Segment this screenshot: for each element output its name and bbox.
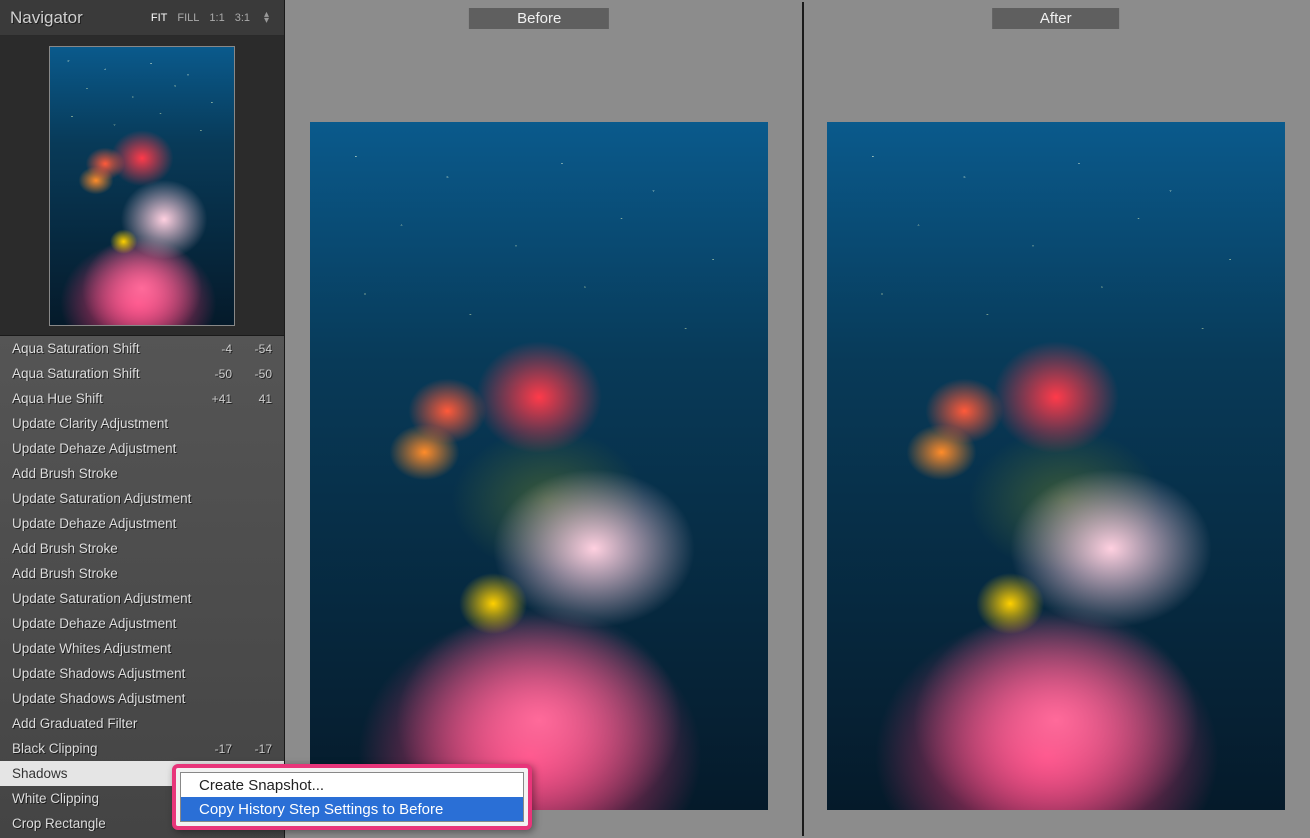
history-item-values: -50-50 — [202, 367, 272, 381]
history-item-label: Update Dehaze Adjustment — [12, 441, 272, 456]
before-pane: Before — [287, 2, 792, 836]
app-root: Navigator FIT FILL 1:1 3:1 ▴▾ Aqua Satur… — [0, 0, 1310, 838]
history-item-label: Aqua Saturation Shift — [12, 341, 202, 356]
history-item[interactable]: Update Shadows Adjustment — [0, 661, 284, 686]
navigator-header: Navigator FIT FILL 1:1 3:1 ▴▾ — [0, 0, 284, 36]
history-item-label: Update Dehaze Adjustment — [12, 516, 272, 531]
history-item-label: Update Clarity Adjustment — [12, 416, 272, 431]
after-image[interactable] — [827, 122, 1285, 810]
zoom-fit[interactable]: FIT — [151, 12, 168, 24]
navigator-preview — [0, 36, 284, 336]
left-panel: Navigator FIT FILL 1:1 3:1 ▴▾ Aqua Satur… — [0, 0, 285, 838]
history-item-label: Aqua Saturation Shift — [12, 366, 202, 381]
history-item[interactable]: Add Brush Stroke — [0, 561, 284, 586]
history-item-label: Aqua Hue Shift — [12, 391, 202, 406]
compare-view: Before After — [285, 0, 1310, 838]
history-item[interactable]: Add Graduated Filter — [0, 711, 284, 736]
after-pane: After — [802, 2, 1309, 836]
history-panel[interactable]: Aqua Saturation Shift-4-54Aqua Saturatio… — [0, 336, 284, 838]
history-item[interactable]: Update Shadows Adjustment — [0, 686, 284, 711]
history-item-label: Update Shadows Adjustment — [12, 691, 272, 706]
history-item[interactable]: Update Saturation Adjustment — [0, 486, 284, 511]
zoom-stepper-icon[interactable]: ▴▾ — [264, 12, 274, 24]
history-item[interactable]: Update Dehaze Adjustment — [0, 436, 284, 461]
navigator-title: Navigator — [10, 8, 151, 28]
history-item-label: Update Whites Adjustment — [12, 641, 272, 656]
context-menu-inner: Create Snapshot...Copy History Step Sett… — [180, 772, 524, 822]
history-item-label: Add Brush Stroke — [12, 566, 272, 581]
navigator-thumbnail[interactable] — [49, 46, 235, 326]
history-item[interactable]: Black Clipping-17-17 — [0, 736, 284, 761]
context-menu-item[interactable]: Create Snapshot... — [181, 773, 523, 797]
history-item-label: Add Brush Stroke — [12, 541, 272, 556]
history-item[interactable]: Aqua Saturation Shift-4-54 — [0, 336, 284, 361]
history-item-label: Black Clipping — [12, 741, 202, 756]
history-item-values: -4-54 — [202, 342, 272, 356]
history-item[interactable]: Add Brush Stroke — [0, 536, 284, 561]
history-item-label: Update Saturation Adjustment — [12, 591, 272, 606]
history-item[interactable]: Aqua Hue Shift+4141 — [0, 386, 284, 411]
history-item-label: Add Brush Stroke — [12, 466, 272, 481]
history-item[interactable]: Update Saturation Adjustment — [0, 586, 284, 611]
after-label: After — [992, 8, 1120, 29]
history-item-values: +4141 — [202, 392, 272, 406]
context-menu-item[interactable]: Copy History Step Settings to Before — [181, 797, 523, 821]
zoom-3-1[interactable]: 3:1 — [235, 12, 250, 24]
zoom-1-1[interactable]: 1:1 — [209, 12, 224, 24]
history-item-label: Update Saturation Adjustment — [12, 491, 272, 506]
navigator-zoom-options: FIT FILL 1:1 3:1 ▴▾ — [151, 12, 274, 24]
history-item[interactable]: Update Dehaze Adjustment — [0, 511, 284, 536]
before-image[interactable] — [310, 122, 768, 810]
zoom-fill[interactable]: FILL — [177, 12, 199, 24]
history-item[interactable]: Update Clarity Adjustment — [0, 411, 284, 436]
before-label: Before — [469, 8, 609, 29]
history-item[interactable]: Aqua Saturation Shift-50-50 — [0, 361, 284, 386]
history-item-values: -17-17 — [202, 742, 272, 756]
history-item-label: Add Graduated Filter — [12, 716, 272, 731]
history-item-label: Update Shadows Adjustment — [12, 666, 272, 681]
history-item[interactable]: Update Whites Adjustment — [0, 636, 284, 661]
history-item[interactable]: Update Dehaze Adjustment — [0, 611, 284, 636]
history-item[interactable]: Add Brush Stroke — [0, 461, 284, 486]
history-context-menu: Create Snapshot...Copy History Step Sett… — [172, 764, 532, 830]
history-item-label: Update Dehaze Adjustment — [12, 616, 272, 631]
